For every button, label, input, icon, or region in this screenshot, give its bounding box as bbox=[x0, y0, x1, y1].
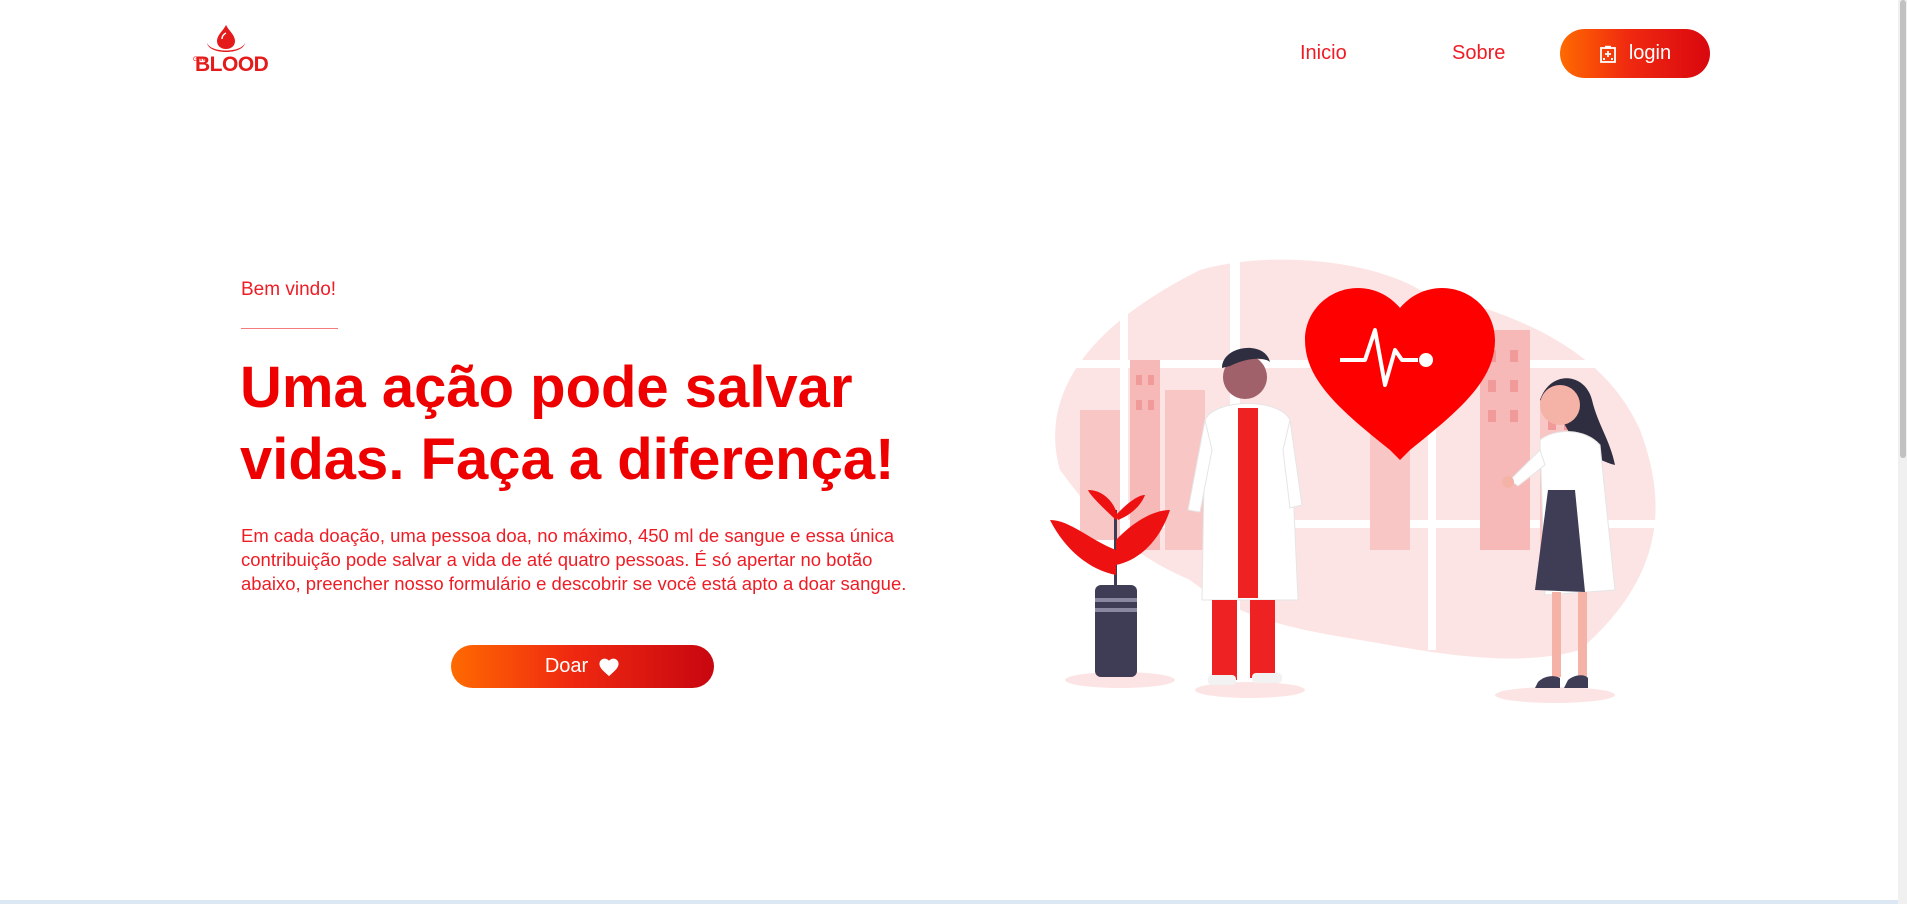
page: Give BLOOD Inicio Sobre login Bem vindo!… bbox=[0, 0, 1898, 900]
welcome-divider bbox=[241, 328, 338, 329]
donate-button[interactable]: Doar bbox=[451, 645, 714, 688]
hero-headline: Uma ação pode salvar vidas. Faça a difer… bbox=[240, 352, 980, 496]
nav-link-sobre[interactable]: Sobre bbox=[1452, 42, 1505, 65]
welcome-text: Bem vindo! bbox=[241, 279, 337, 300]
donate-label: Doar bbox=[544, 655, 589, 677]
horizontal-scrollbar[interactable] bbox=[0, 900, 1898, 904]
doctors-illustration bbox=[1050, 250, 1660, 703]
heart-icon bbox=[599, 658, 619, 676]
nav-link-inicio[interactable]: Inicio bbox=[1300, 42, 1347, 65]
headline-line-1: Uma ação pode salvar bbox=[240, 355, 853, 420]
hospital-icon bbox=[1599, 45, 1616, 63]
logo-text: BLOOD bbox=[195, 53, 269, 76]
scrollbar-thumb[interactable] bbox=[1900, 0, 1906, 458]
login-label: login bbox=[1628, 42, 1672, 64]
headline-line-2: vidas. Faça a diferença! bbox=[240, 427, 895, 492]
hero-description: Em cada doação, uma pessoa doa, no máxim… bbox=[241, 525, 907, 594]
login-button[interactable]: login bbox=[1560, 29, 1710, 78]
logo[interactable]: Give BLOOD bbox=[193, 25, 269, 77]
